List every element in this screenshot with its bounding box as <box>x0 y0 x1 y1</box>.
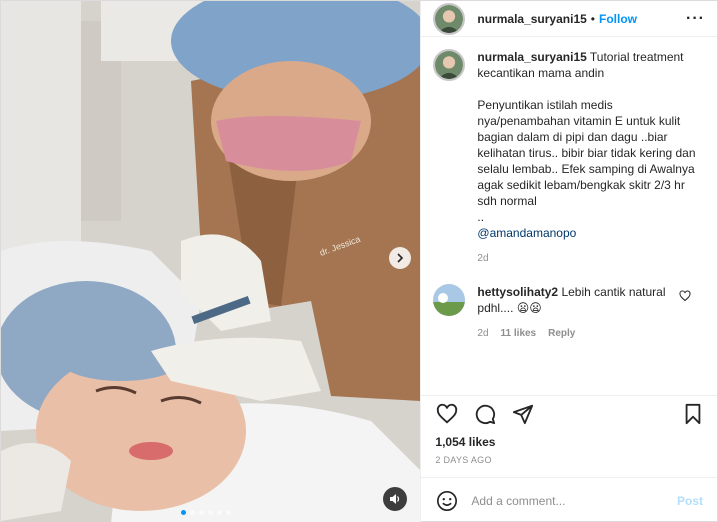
comment-item: hettysolihaty2 Lebih cantik natural pdhl… <box>433 284 705 339</box>
instagram-post-modal: dr. Jessica nurmala_suryani15 • Follow ·… <box>0 0 718 522</box>
bookmark-icon <box>685 403 701 424</box>
separator: • <box>590 11 595 26</box>
carousel-dot <box>199 510 204 515</box>
avatar[interactable] <box>433 2 466 35</box>
caption-text: nurmala_suryani15 Tutorial treatment kec… <box>477 49 705 241</box>
mention-link[interactable]: @amandamanopo <box>477 226 576 240</box>
save-button[interactable] <box>681 402 705 426</box>
caption: nurmala_suryani15 Tutorial treatment kec… <box>433 49 705 264</box>
share-icon <box>513 404 534 424</box>
emoji-button[interactable] <box>435 489 459 513</box>
chevron-right-icon <box>397 253 404 263</box>
post-side-panel: nurmala_suryani15 • Follow ··· nurmala_s… <box>420 1 717 522</box>
audio-icon <box>390 494 400 504</box>
post-date[interactable]: 2 DAYS AGO <box>421 451 717 477</box>
audio-toggle-button[interactable] <box>383 487 407 511</box>
next-slide-button[interactable] <box>389 247 411 269</box>
comment-age[interactable]: 2d <box>477 328 488 339</box>
avatar-image <box>435 4 464 33</box>
avatar-image <box>433 284 466 316</box>
follow-button[interactable]: Follow <box>599 12 637 26</box>
reply-button[interactable]: Reply <box>548 328 575 339</box>
comment-composer: Post <box>421 477 717 522</box>
caption-age[interactable]: 2d <box>477 253 488 264</box>
more-options-button[interactable]: ··· <box>686 10 705 28</box>
caption-body: Tutorial treatment kecantikan mama andin… <box>477 50 696 224</box>
like-count[interactable]: 1,054 likes <box>421 431 717 451</box>
comment-input[interactable] <box>471 493 677 508</box>
heart-icon <box>679 290 691 302</box>
comments-section: nurmala_suryani15 Tutorial treatment kec… <box>421 37 717 395</box>
carousel-dot <box>226 510 231 515</box>
post-photo: dr. Jessica <box>1 1 421 522</box>
carousel-dot <box>217 510 222 515</box>
post-comment-button[interactable]: Post <box>677 494 703 508</box>
action-bar <box>421 395 717 431</box>
carousel-dot <box>190 510 195 515</box>
comment-icon <box>476 404 496 424</box>
caption-avatar[interactable] <box>433 49 466 81</box>
like-button[interactable] <box>435 402 459 426</box>
commenter-username[interactable]: hettysolihaty2 <box>477 285 558 299</box>
comment-likes[interactable]: 11 likes <box>501 328 537 339</box>
post-media[interactable]: dr. Jessica <box>1 1 421 522</box>
comment-meta: 2d 11 likes Reply <box>477 328 687 339</box>
carousel-dot <box>208 510 213 515</box>
comment-text: hettysolihaty2 Lebih cantik natural pdhl… <box>477 284 687 316</box>
carousel-indicator <box>181 510 231 515</box>
comment-button[interactable] <box>473 402 497 426</box>
emoji-icon <box>437 490 458 511</box>
heart-icon <box>437 403 458 423</box>
share-button[interactable] <box>511 402 535 426</box>
author-username[interactable]: nurmala_suryani15 <box>477 12 586 26</box>
post-header: nurmala_suryani15 • Follow ··· <box>421 1 717 37</box>
carousel-dot <box>181 510 186 515</box>
avatar-image <box>435 51 464 79</box>
caption-username[interactable]: nurmala_suryani15 <box>477 50 586 64</box>
comment-like-button[interactable] <box>679 290 691 305</box>
caption-meta: 2d <box>477 253 705 264</box>
commenter-avatar[interactable] <box>433 284 466 316</box>
